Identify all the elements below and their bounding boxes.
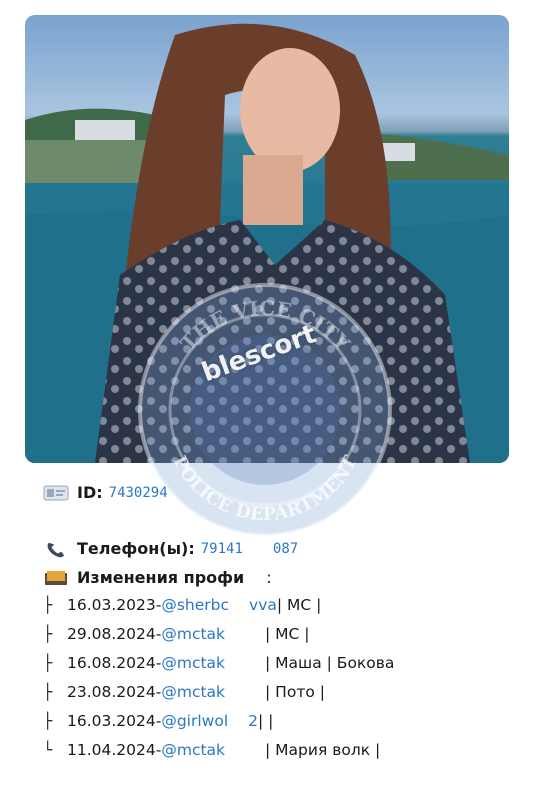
tree-branch: ├ xyxy=(43,683,53,701)
history-details: | Мария волк | xyxy=(265,741,381,759)
tree-branch: ├ xyxy=(43,625,53,643)
history-row: ├ 16.03.2023 - @sherbc vva | МС | xyxy=(43,596,321,614)
redaction xyxy=(244,569,267,586)
id-card-icon xyxy=(43,485,69,500)
history-username[interactable]: @girlwol xyxy=(161,712,228,730)
history-row: ├ 16.08.2024 - @mctak | Маша | Бокова xyxy=(43,654,394,672)
redaction xyxy=(225,683,266,699)
tree-branch: ├ xyxy=(43,712,53,730)
id-label: ID: xyxy=(77,483,103,502)
redaction xyxy=(228,712,249,728)
history-details: | МС | xyxy=(265,625,310,643)
redaction xyxy=(225,654,266,670)
redaction xyxy=(229,596,250,612)
history-date: 16.03.2023 xyxy=(67,596,156,614)
history-row: ├ 16.03.2024 - @girlwol 2 | | xyxy=(43,712,273,730)
card-file-icon xyxy=(45,570,67,585)
photo-scene xyxy=(25,23,509,463)
changes-row: Изменения профи : xyxy=(43,568,272,587)
history-date: 29.08.2024 xyxy=(67,625,156,643)
history-username[interactable]: @mctak xyxy=(161,741,225,759)
history-username-tail[interactable]: vva xyxy=(249,596,277,614)
history-details: | Пото | xyxy=(265,683,325,701)
tree-branch: ├ xyxy=(43,654,53,672)
id-value[interactable]: 7430294 xyxy=(109,485,168,501)
phone-row: Телефон(ы): 79141 087 xyxy=(43,539,298,558)
phone-value-start[interactable]: 79141 xyxy=(201,541,243,557)
changes-colon: : xyxy=(266,568,272,587)
profile-photo[interactable] xyxy=(25,15,509,463)
phone-value-end[interactable]: 087 xyxy=(273,541,298,557)
id-row: ID: 7430294 xyxy=(43,483,168,502)
redaction xyxy=(225,741,266,757)
history-username[interactable]: @mctak xyxy=(161,625,225,643)
history-details: | | xyxy=(258,712,274,730)
history-username[interactable]: @mctak xyxy=(161,683,225,701)
tree-branch: ├ xyxy=(43,596,53,614)
history-username-tail[interactable]: 2 xyxy=(248,712,258,730)
history-date: 16.08.2024 xyxy=(67,654,156,672)
tree-branch: └ xyxy=(43,741,53,759)
history-date: 23.08.2024 xyxy=(67,683,156,701)
history-details: | Маша | Бокова xyxy=(265,654,395,672)
history-username[interactable]: @mctak xyxy=(161,654,225,672)
redaction xyxy=(242,540,273,557)
history-row: ├ 23.08.2024 - @mctak | Пото | xyxy=(43,683,325,701)
history-row: ├ 29.08.2024 - @mctak | МС | xyxy=(43,625,310,643)
history-details: | МС | xyxy=(276,596,322,614)
redaction xyxy=(225,625,266,641)
history-date: 16.03.2024 xyxy=(67,712,156,730)
history-date: 11.04.2024 xyxy=(67,741,156,759)
history-username[interactable]: @sherbc xyxy=(161,596,229,614)
history-row: └ 11.04.2024 - @mctak | Мария волк | xyxy=(43,741,380,759)
phone-label: Телефон(ы): xyxy=(77,539,195,558)
telephone-icon xyxy=(47,542,65,557)
changes-label: Изменения профи xyxy=(77,568,245,587)
